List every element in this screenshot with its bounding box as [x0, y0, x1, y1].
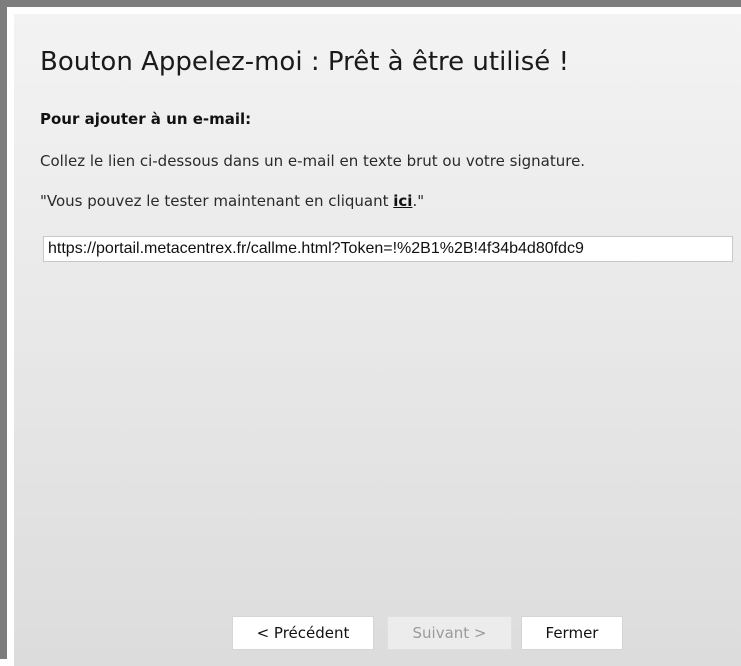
- test-link[interactable]: ici: [393, 192, 412, 210]
- test-instruction-prefix: "Vous pouvez le tester maintenant en cli…: [40, 192, 394, 210]
- next-button[interactable]: Suivant >: [387, 616, 512, 650]
- section-heading: Pour ajouter à un e-mail:: [40, 110, 252, 128]
- dialog-title: Bouton Appelez-moi : Prêt à être utilisé…: [40, 47, 569, 77]
- previous-button[interactable]: < Précédent: [232, 616, 374, 650]
- instruction-text: Collez le lien ci-dessous dans un e-mail…: [40, 152, 586, 170]
- test-instruction-suffix: .": [412, 192, 425, 210]
- test-instruction: "Vous pouvez le tester maintenant en cli…: [40, 191, 424, 211]
- close-button[interactable]: Fermer: [521, 616, 623, 650]
- window-frame: Bouton Appelez-moi : Prêt à être utilisé…: [0, 0, 741, 666]
- callme-url-field[interactable]: https://portail.metacentrex.fr/callme.ht…: [43, 236, 733, 262]
- wizard-dialog: Bouton Appelez-moi : Prêt à être utilisé…: [14, 14, 741, 666]
